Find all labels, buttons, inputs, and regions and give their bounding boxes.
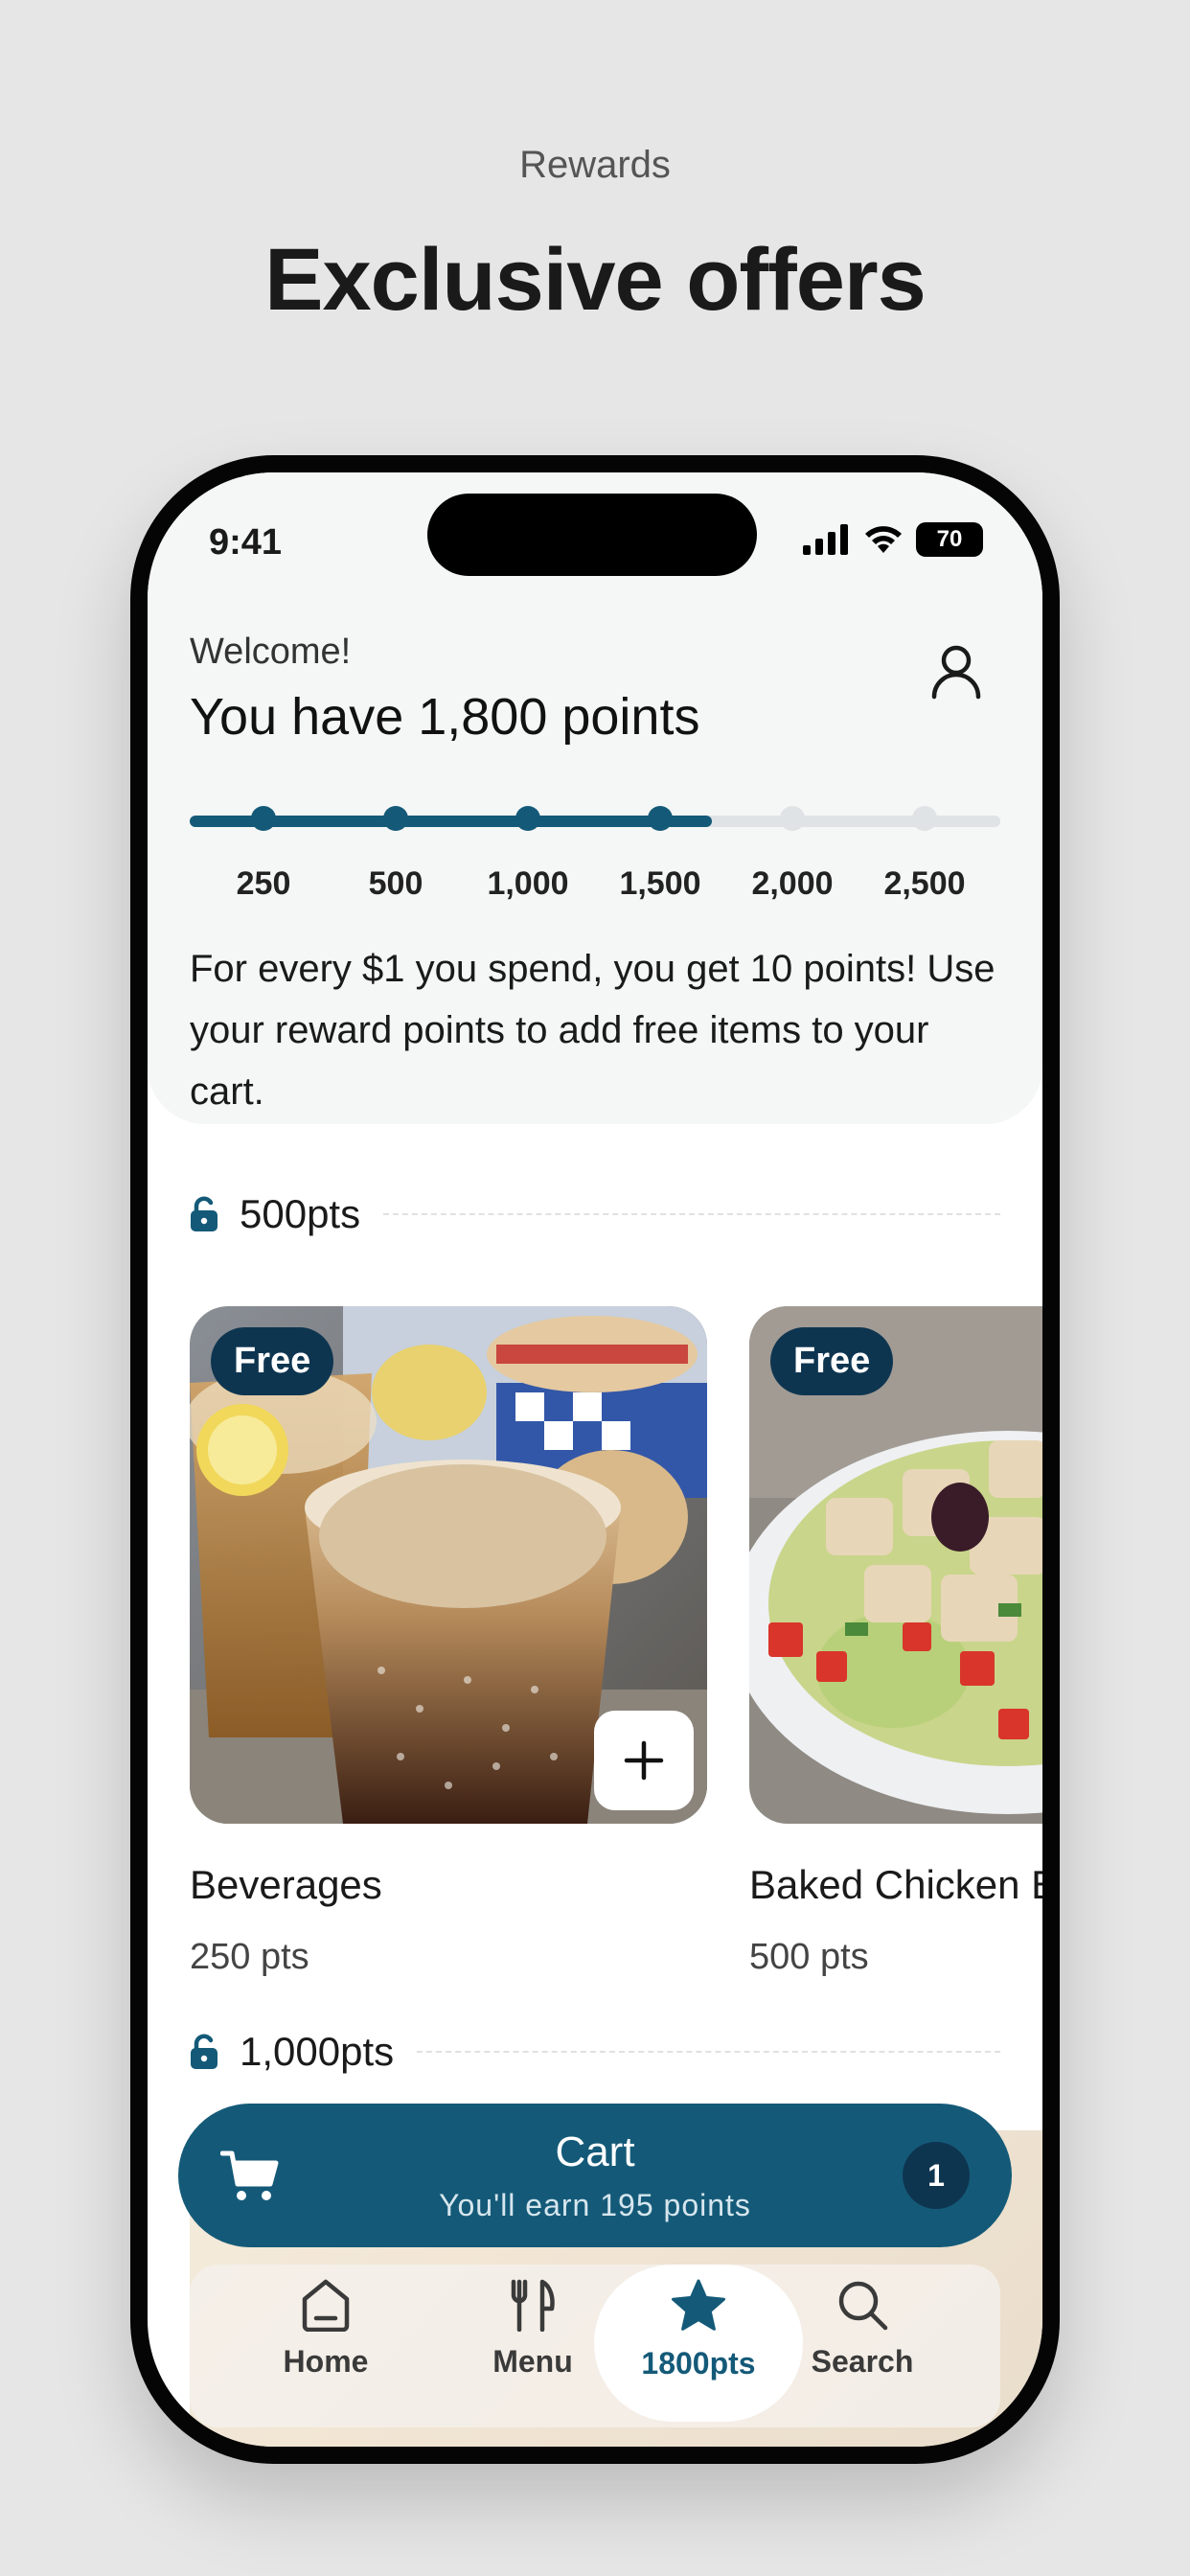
bottom-nav: Home Menu 1800pts Search xyxy=(148,2265,1042,2447)
status-time: 9:41 xyxy=(209,522,283,563)
progress-dot xyxy=(383,806,408,831)
nav-item-menu[interactable]: Menu xyxy=(437,2278,629,2380)
progress-dot xyxy=(912,806,937,831)
beverages-image: Free xyxy=(190,1306,707,1824)
nav-item-rewards[interactable]: 1800pts xyxy=(603,2278,794,2381)
cart-count-badge: 1 xyxy=(903,2142,970,2209)
nav-label: Search xyxy=(811,2344,914,2379)
free-badge: Free xyxy=(770,1327,894,1395)
wifi-icon xyxy=(865,526,902,553)
reward-card[interactable]: Free Beverages 250 pts xyxy=(190,1306,707,1978)
progress-tick-label: 2,500 xyxy=(883,865,966,902)
utensils-icon xyxy=(511,2279,555,2333)
earn-info: For every $1 you spend, you get 10 point… xyxy=(190,948,995,1113)
dynamic-island xyxy=(427,494,757,576)
signal-icon xyxy=(803,524,848,555)
progress-tick-label: 2,000 xyxy=(751,865,834,902)
hero-title: Exclusive offers xyxy=(264,231,927,329)
section-header-500: 500pts xyxy=(190,1191,1000,1237)
item-name: Beverages xyxy=(190,1862,382,1907)
add-to-cart-button[interactable] xyxy=(594,1711,694,1810)
progress-tick-label: 250 xyxy=(236,865,291,902)
hero-subtitle: Rewards xyxy=(519,144,671,186)
battery-icon: 70 xyxy=(916,522,983,557)
points-title: You have 1,800 points xyxy=(190,688,700,746)
points-progress xyxy=(190,806,1000,831)
unlock-icon xyxy=(191,2034,217,2069)
unlock-icon xyxy=(191,1196,217,1231)
item-points: 500 pts xyxy=(749,1937,869,1977)
phone-screen: 9:41 70 Welcome! You have 1,800 points 2… xyxy=(148,472,1042,2447)
nav-item-search[interactable]: Search xyxy=(767,2278,958,2380)
section-label: 1,000pts xyxy=(240,2029,395,2074)
cart-earn-text: You'll earn 195 points xyxy=(439,2188,751,2222)
section-header-1000: 1,000pts xyxy=(190,2029,1000,2075)
cart-button[interactable]: Cart You'll earn 195 points 1 xyxy=(178,2104,1012,2247)
nav-label: 1800pts xyxy=(641,2346,756,2380)
plus-icon xyxy=(624,1740,664,1781)
progress-dot xyxy=(648,806,673,831)
status-icons: 70 xyxy=(803,522,983,557)
nav-label: Menu xyxy=(492,2344,573,2379)
points-header: Welcome! You have 1,800 points 250 500 1,0… xyxy=(148,607,1042,1124)
progress-tick-label: 1,500 xyxy=(619,865,701,902)
chicken-salad-image: Free xyxy=(749,1306,1042,1824)
nav-item-home[interactable]: Home xyxy=(230,2278,422,2380)
progress-dot xyxy=(780,806,805,831)
item-name: Baked Chicken B xyxy=(749,1862,1042,1907)
star-icon xyxy=(672,2279,725,2331)
free-badge: Free xyxy=(211,1327,334,1395)
status-bar: 9:41 70 xyxy=(148,472,1042,607)
section-label: 500pts xyxy=(240,1191,361,1236)
nav-label: Home xyxy=(283,2344,369,2379)
section-divider xyxy=(383,1213,1000,1215)
profile-icon[interactable] xyxy=(929,643,983,701)
home-icon xyxy=(302,2279,350,2333)
item-points: 250 pts xyxy=(190,1937,309,1977)
reward-card[interactable]: Free Baked Chicken B 500 pts xyxy=(749,1306,1042,1978)
progress-tick-label: 1,000 xyxy=(487,865,569,902)
cart-label: Cart xyxy=(555,2128,635,2175)
welcome-text: Welcome! xyxy=(190,632,352,672)
section-divider xyxy=(417,2051,1000,2053)
search-icon xyxy=(838,2281,888,2331)
progress-dot xyxy=(251,806,276,831)
progress-dot xyxy=(515,806,540,831)
phone-frame: 9:41 70 Welcome! You have 1,800 points 2… xyxy=(130,455,1060,2464)
progress-tick-label: 500 xyxy=(368,865,423,902)
